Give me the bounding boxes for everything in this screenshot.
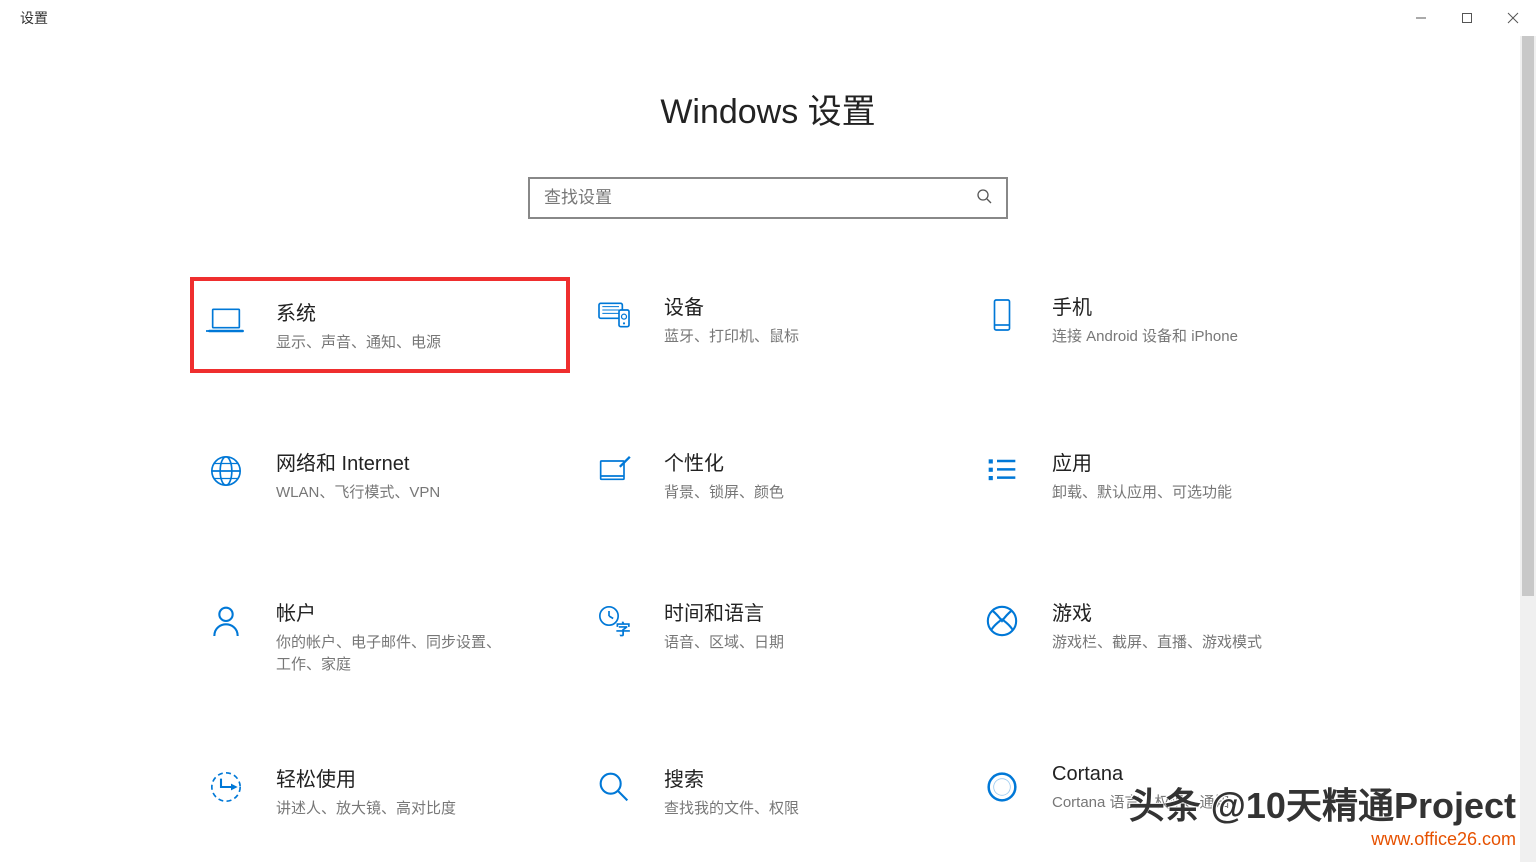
tile-title: 设备	[664, 291, 944, 320]
settings-grid: 系统 显示、声音、通知、电源 设备 蓝牙、打印机、鼠标 手机 连接 Androi…	[0, 277, 1536, 839]
tile-gaming[interactable]: 游戏 游戏栏、截屏、直播、游戏模式	[966, 583, 1346, 689]
tile-desc: 背景、锁屏、颜色	[664, 482, 894, 505]
tile-desc: WLAN、飞行模式、VPN	[276, 482, 506, 505]
maximize-button[interactable]	[1444, 2, 1490, 34]
tile-desc: 游戏栏、截屏、直播、游戏模式	[1052, 632, 1282, 655]
tile-desc: 连接 Android 设备和 iPhone	[1052, 326, 1282, 349]
apps-icon	[980, 449, 1024, 493]
tile-title: 游戏	[1052, 597, 1332, 626]
search-box[interactable]	[528, 177, 1008, 219]
search-icon	[976, 188, 992, 209]
tile-title: 帐户	[276, 597, 556, 626]
tile-desc: 显示、声音、通知、电源	[276, 332, 506, 355]
tile-devices[interactable]: 设备 蓝牙、打印机、鼠标	[578, 277, 958, 373]
ease-of-access-icon	[204, 765, 248, 809]
tile-title: 时间和语言	[664, 597, 944, 626]
person-icon	[204, 599, 248, 643]
page-title: Windows 设置	[0, 84, 1536, 133]
tile-title: 搜索	[664, 763, 944, 792]
tile-title: 系统	[276, 297, 556, 326]
tile-search[interactable]: 搜索 查找我的文件、权限	[578, 749, 958, 839]
tile-desc: 卸载、默认应用、可选功能	[1052, 482, 1282, 505]
watermark: 头条 @10天精通Project www.office26.com	[1129, 777, 1516, 850]
tile-time-language[interactable]: 字 时间和语言 语音、区域、日期	[578, 583, 958, 689]
laptop-icon	[204, 299, 248, 343]
cortana-icon	[980, 765, 1024, 809]
xbox-icon	[980, 599, 1024, 643]
tile-personalization[interactable]: 个性化 背景、锁屏、颜色	[578, 433, 958, 523]
tile-title: 网络和 Internet	[276, 447, 556, 476]
tile-desc: 查找我的文件、权限	[664, 798, 894, 821]
tile-title: 轻松使用	[276, 763, 556, 792]
tile-accounts[interactable]: 帐户 你的帐户、电子邮件、同步设置、工作、家庭	[190, 583, 570, 689]
tile-title: 手机	[1052, 291, 1332, 320]
tile-title: 应用	[1052, 447, 1332, 476]
tile-desc: 讲述人、放大镜、高对比度	[276, 798, 506, 821]
watermark-main: 头条 @10天精通Project	[1129, 777, 1516, 829]
tile-desc: 你的帐户、电子邮件、同步设置、工作、家庭	[276, 632, 506, 677]
tile-ease-of-access[interactable]: 轻松使用 讲述人、放大镜、高对比度	[190, 749, 570, 839]
scrollbar[interactable]	[1520, 36, 1536, 862]
minimize-button[interactable]	[1398, 2, 1444, 34]
window-controls	[1398, 2, 1536, 34]
tile-title: 个性化	[664, 447, 944, 476]
tile-phone[interactable]: 手机 连接 Android 设备和 iPhone	[966, 277, 1346, 373]
window-title: 设置	[20, 8, 48, 28]
magnifier-icon	[592, 765, 636, 809]
devices-icon	[592, 293, 636, 337]
tile-desc: 语音、区域、日期	[664, 632, 894, 655]
scrollbar-thumb[interactable]	[1522, 36, 1534, 596]
watermark-sub: www.office26.com	[1129, 829, 1516, 850]
tile-desc: 蓝牙、打印机、鼠标	[664, 326, 894, 349]
search-input[interactable]	[544, 188, 976, 208]
close-button[interactable]	[1490, 2, 1536, 34]
tile-network[interactable]: 网络和 Internet WLAN、飞行模式、VPN	[190, 433, 570, 523]
personalize-icon	[592, 449, 636, 493]
time-language-icon: 字	[592, 599, 636, 643]
search-wrap	[0, 177, 1536, 219]
tile-apps[interactable]: 应用 卸载、默认应用、可选功能	[966, 433, 1346, 523]
phone-icon	[980, 293, 1024, 337]
svg-text:字: 字	[616, 620, 631, 638]
globe-icon	[204, 449, 248, 493]
titlebar: 设置	[0, 0, 1536, 36]
tile-system[interactable]: 系统 显示、声音、通知、电源	[190, 277, 570, 373]
